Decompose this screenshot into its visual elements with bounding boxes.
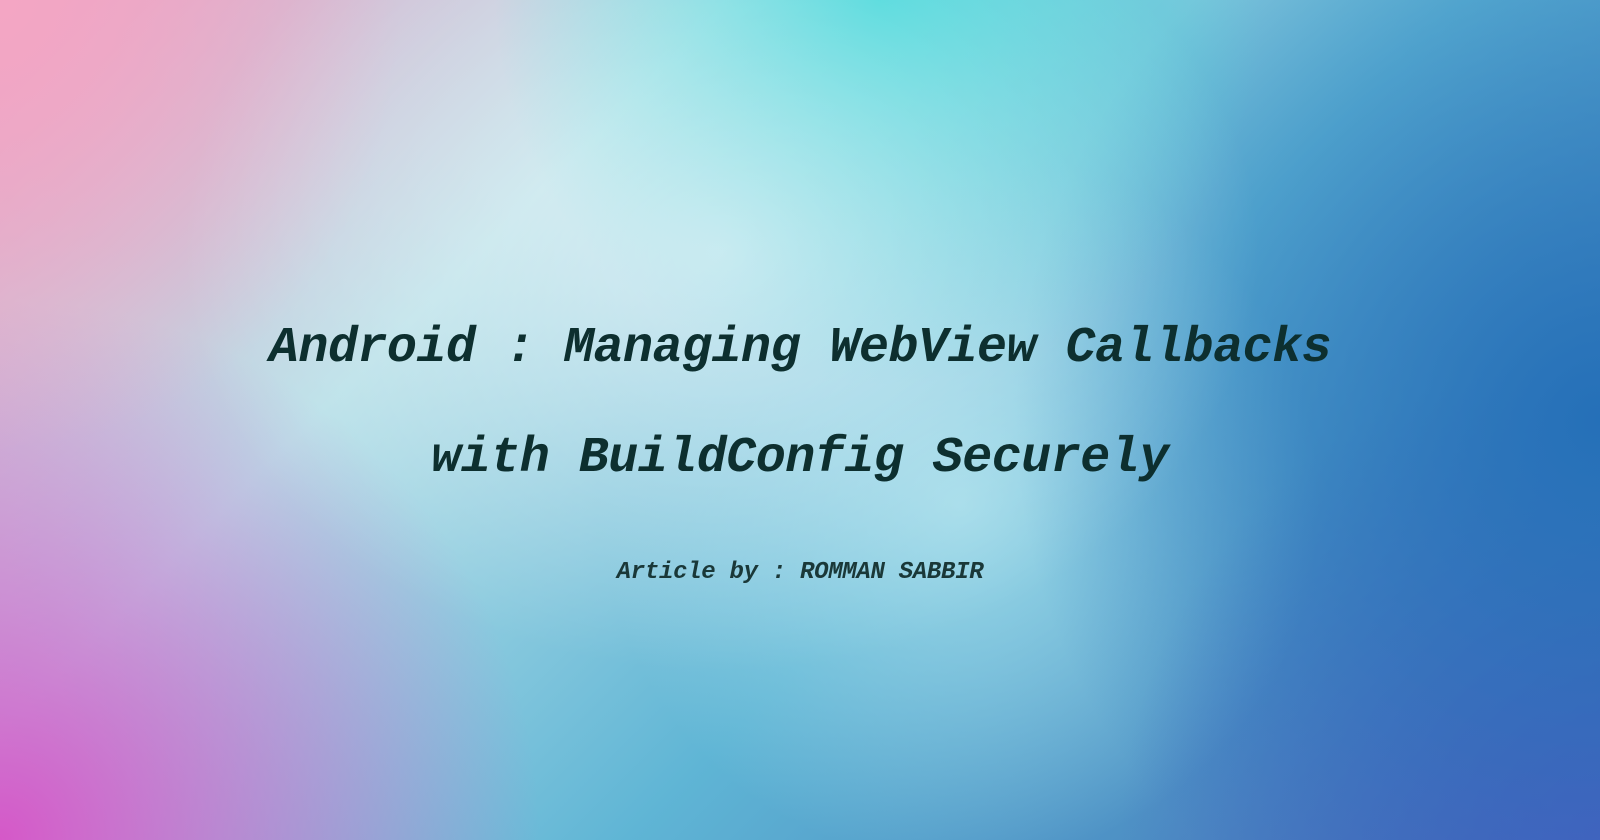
byline: Article by : ROMMAN SABBIR (269, 559, 1331, 586)
title-container: Android : Managing WebView Callbacks wit… (269, 294, 1331, 586)
title-line-2: with BuildConfig Securely (269, 404, 1331, 514)
title-line-1: Android : Managing WebView Callbacks (269, 294, 1331, 404)
